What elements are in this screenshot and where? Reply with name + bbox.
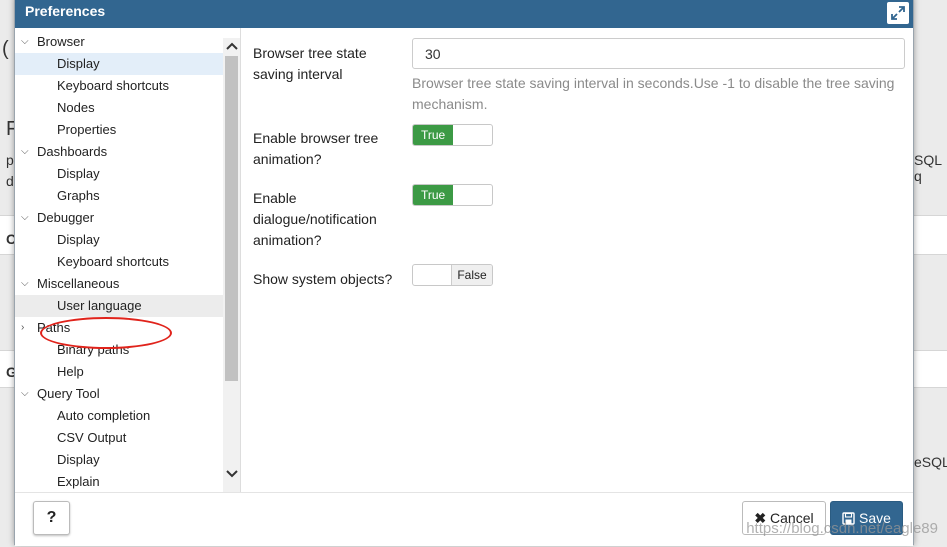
chevron-down-icon[interactable]: ⌵ [21, 273, 31, 295]
interval-input[interactable] [412, 38, 905, 69]
preferences-tree: ⌵ Browser Display Keyboard shortcuts Nod… [15, 28, 223, 492]
chevron-down-icon[interactable]: ⌵ [21, 207, 31, 229]
tree-item-label: Binary paths [57, 342, 130, 357]
tree-item-label: Display [57, 452, 100, 467]
help-button[interactable]: ? [33, 501, 70, 535]
tree-item-auto-completion[interactable]: Auto completion [15, 405, 223, 427]
tree-item-label: User language [57, 298, 142, 313]
dialog-titlebar[interactable]: Preferences [15, 0, 913, 28]
tree-item-csv-output[interactable]: CSV Output [15, 427, 223, 449]
system-objects-toggle[interactable]: False [412, 264, 493, 286]
tree-category-label: Debugger [37, 210, 95, 225]
background-text: d [6, 173, 14, 189]
scroll-down-icon[interactable] [223, 466, 240, 482]
scrollbar-thumb[interactable] [225, 56, 238, 381]
tree-category-debugger[interactable]: ⌵ Debugger [15, 207, 223, 229]
tree-item-label: Auto completion [57, 408, 151, 423]
toggle-on-label: True [413, 185, 453, 205]
tree-scrollbar[interactable] [223, 38, 240, 492]
tree-item-label: Properties [57, 122, 117, 137]
tree-item-binary-paths[interactable]: Binary paths [15, 339, 223, 361]
tree-category-label: Dashboards [37, 144, 108, 159]
chevron-right-icon[interactable]: › [21, 317, 31, 339]
scroll-up-icon[interactable] [223, 38, 240, 54]
tree-item-label: Keyboard shortcuts [57, 254, 170, 269]
expand-icon[interactable] [887, 2, 909, 24]
tree-item-keyboard-shortcuts[interactable]: Keyboard shortcuts [15, 75, 223, 97]
tree-item-label: Display [57, 232, 100, 247]
tree-item-nodes[interactable]: Nodes [15, 97, 223, 119]
tree-item-label: Explain [57, 474, 100, 489]
tree-item-debugger-display[interactable]: Display [15, 229, 223, 251]
tree-item-label: Display [57, 56, 100, 71]
watermark: https://blog.csdn.net/eagle89 [746, 520, 938, 537]
tree-item-help[interactable]: Help [15, 361, 223, 383]
tree-item-dashboards-display[interactable]: Display [15, 163, 223, 185]
tree-animation-toggle[interactable]: True [412, 124, 493, 146]
tree-item-query-tool-display[interactable]: Display [15, 449, 223, 471]
tree-item-label: Graphs [57, 188, 100, 203]
chevron-down-icon[interactable]: ⌵ [21, 31, 31, 53]
chevron-down-icon[interactable]: ⌵ [21, 383, 31, 405]
tree-category-miscellaneous[interactable]: ⌵ Miscellaneous [15, 273, 223, 295]
background-text: p [6, 152, 14, 168]
tree-animation-label: Enable browser tree animation? [253, 130, 379, 167]
tree-item-graphs[interactable]: Graphs [15, 185, 223, 207]
toggle-on-label: True [413, 125, 453, 145]
tree-category-label: Miscellaneous [37, 276, 120, 291]
background-text: ( [2, 38, 9, 60]
tree-category-label: Query Tool [37, 386, 100, 401]
dialog-footer: ? ✖ Cancel Save [15, 492, 913, 546]
tree-category-label: Browser [37, 34, 85, 49]
tree-item-properties[interactable]: Properties [15, 119, 223, 141]
tree-item-debugger-keyboard-shortcuts[interactable]: Keyboard shortcuts [15, 251, 223, 273]
dialog-animation-toggle[interactable]: True [412, 184, 493, 206]
tree-item-label: CSV Output [57, 430, 127, 445]
interval-label: Browser tree state saving interval [253, 45, 367, 82]
dialog-title: Preferences [25, 3, 106, 19]
tree-item-user-language[interactable]: User language [15, 295, 223, 317]
tree-category-browser[interactable]: ⌵ Browser [15, 31, 223, 53]
dialog-animation-label: Enable dialogue/notification animation? [253, 190, 377, 248]
toggle-off-label: False [451, 265, 492, 285]
background-text: eSQL [914, 454, 947, 470]
interval-help-text: Browser tree state saving interval in se… [412, 75, 895, 112]
preferences-dialog: Preferences ⌵ Browser Display Keyboard s… [14, 0, 914, 546]
tree-item-browser-display[interactable]: Display [15, 53, 223, 75]
chevron-down-icon[interactable]: ⌵ [21, 141, 31, 163]
system-objects-label: Show system objects? [253, 271, 393, 287]
tree-category-query-tool[interactable]: ⌵ Query Tool [15, 383, 223, 405]
tree-item-label: Keyboard shortcuts [57, 78, 170, 93]
panel-divider [240, 28, 241, 492]
tree-category-dashboards[interactable]: ⌵ Dashboards [15, 141, 223, 163]
tree-category-paths[interactable]: › Paths [15, 317, 223, 339]
tree-item-explain[interactable]: Explain [15, 471, 223, 492]
tree-category-label: Paths [37, 320, 71, 335]
tree-item-label: Help [57, 364, 84, 379]
background-text: SQL q [914, 152, 942, 184]
tree-item-label: Nodes [57, 100, 95, 115]
tree-item-label: Display [57, 166, 100, 181]
